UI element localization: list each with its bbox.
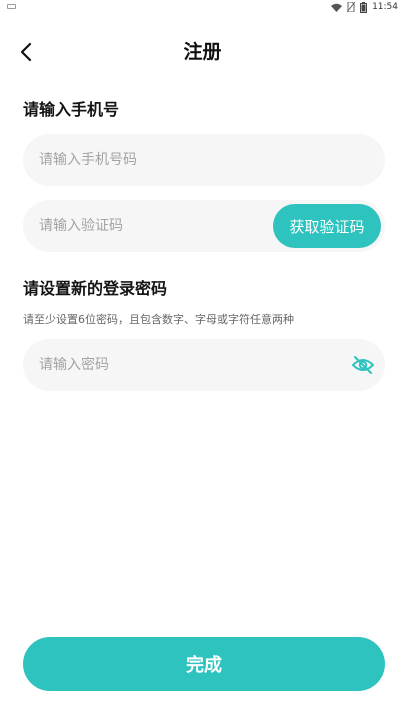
- status-icons: 11:54: [331, 0, 398, 14]
- submit-button[interactable]: 完成: [23, 637, 385, 691]
- eye-off-icon: [352, 356, 374, 374]
- phone-section-title: 请输入手机号: [23, 100, 120, 119]
- wifi-icon: [331, 3, 343, 12]
- password-field: [23, 339, 385, 391]
- phone-input[interactable]: [39, 134, 369, 186]
- status-time: 11:54: [372, 2, 398, 12]
- code-input[interactable]: [39, 200, 259, 252]
- no-sim-icon: [347, 2, 356, 12]
- battery-icon: [360, 1, 368, 13]
- notification-icon: [7, 4, 16, 9]
- password-input[interactable]: [39, 339, 339, 391]
- status-bar: 11:54: [0, 0, 405, 14]
- password-section-title: 请设置新的登录密码: [23, 279, 168, 298]
- password-visibility-toggle[interactable]: [351, 354, 375, 376]
- get-code-button[interactable]: 获取验证码: [273, 204, 381, 248]
- nav-header: 注册: [0, 30, 405, 74]
- password-hint: 请至少设置6位密码，且包含数字、字母或字符任意两种: [23, 313, 294, 326]
- page-title: 注册: [183, 41, 222, 63]
- phone-field: [23, 134, 385, 186]
- code-field: 获取验证码: [23, 200, 385, 252]
